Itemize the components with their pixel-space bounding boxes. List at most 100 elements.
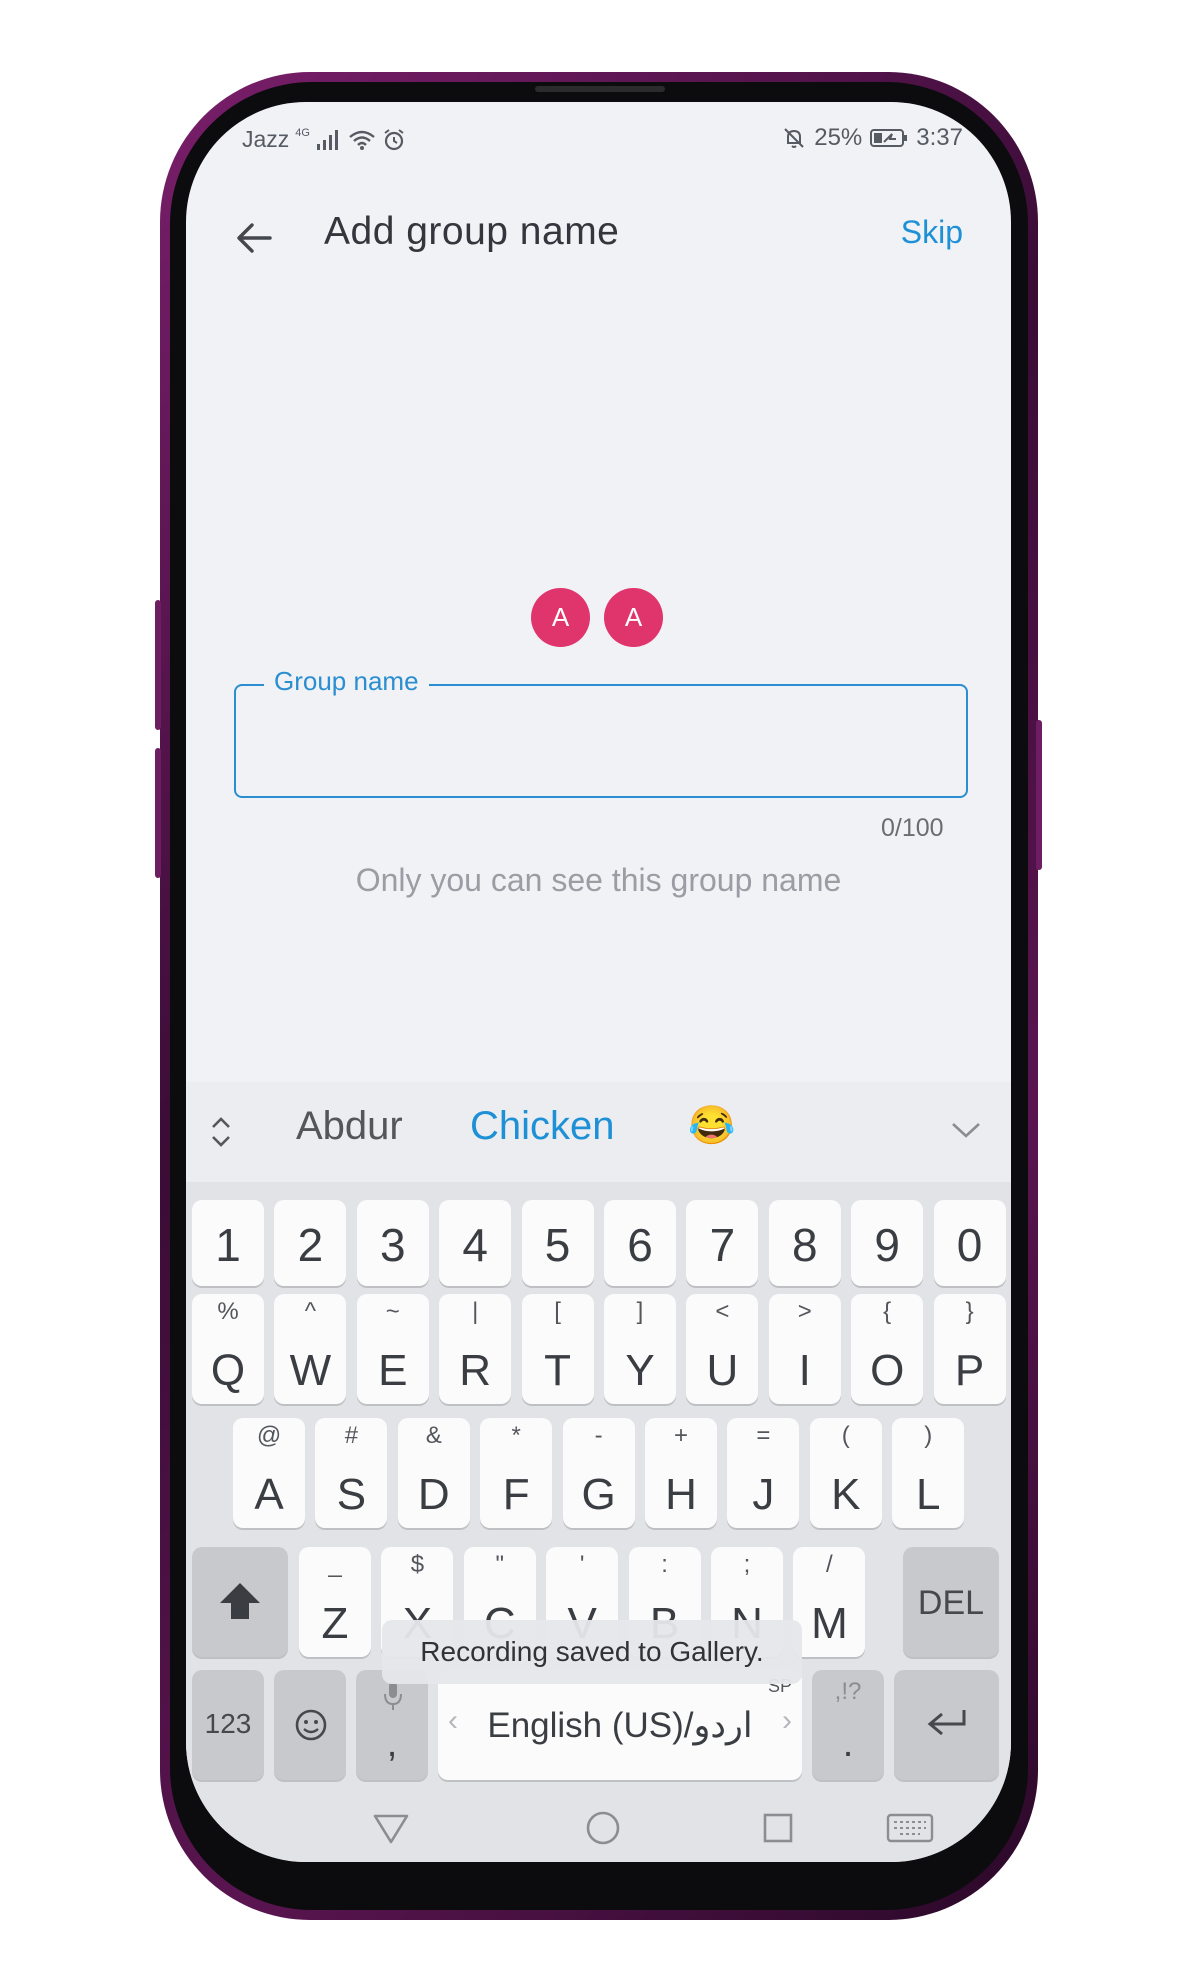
carrier-label: Jazz [242,126,290,152]
space-bar[interactable]: SP ‹ English (US)/اردو › [438,1670,802,1780]
microphone-icon [384,1682,402,1710]
key-9[interactable]: 9 [851,1200,924,1286]
key-label: 9 [874,1219,900,1271]
key-label: T [544,1346,572,1395]
key-f[interactable]: * F [480,1418,553,1528]
group-name-label: Group name [264,666,429,697]
key-label: 5 [544,1219,571,1271]
recents-nav-icon[interactable] [762,1812,794,1844]
key-label: A [254,1470,284,1519]
home-nav-icon[interactable] [585,1810,621,1846]
avatar: A [531,588,590,647]
key-e[interactable]: ~ E [356,1294,429,1404]
emoji-key[interactable] [274,1670,346,1780]
key-3[interactable]: 3 [356,1200,429,1286]
toast-message: Recording saved to Gallery. [382,1620,802,1684]
key-g[interactable]: -G [562,1418,635,1528]
key-w[interactable]: ^ W [274,1294,347,1404]
arrow-back-icon [237,223,272,253]
key-d[interactable]: & D [397,1418,470,1528]
key-8[interactable]: 8 [768,1200,841,1286]
key-alt-symbol: > [797,1298,812,1325]
period-key[interactable]: ,!? . [812,1670,884,1780]
key-q[interactable]: % Q [192,1294,264,1404]
key-z[interactable]: _ Z [299,1547,371,1657]
key-h[interactable]: + H [645,1418,717,1528]
key-o[interactable]: {O [851,1294,924,1404]
key-i[interactable]: > I [768,1294,841,1404]
key-0[interactable]: 0 [933,1200,1006,1286]
key-label: H [665,1470,697,1519]
key-label: D [417,1470,450,1519]
key-label: I [798,1346,811,1395]
key-alt-symbol: * [511,1422,521,1449]
back-nav-icon[interactable] [372,1812,410,1844]
collapse-chevron-icon[interactable] [950,1120,982,1140]
key-label: S [336,1470,367,1519]
key-2[interactable]: 2 [274,1200,347,1286]
key-alt-symbol: # [344,1422,359,1449]
key-1[interactable]: 1 [192,1200,264,1286]
key-5[interactable]: 5 [521,1200,594,1286]
status-bar: Jazz 4G 25% 3:37 [186,102,1011,182]
delete-key[interactable]: DEL [903,1547,999,1657]
key-k[interactable]: (K [809,1418,882,1528]
shift-key[interactable] [192,1547,288,1657]
key-label: Z [321,1599,349,1648]
key-alt-symbol: & [425,1422,442,1449]
wifi-icon [349,130,375,150]
key-u[interactable]: < U [686,1294,759,1404]
battery-percent: 25% [814,124,863,151]
cursor-control-icon[interactable] [208,1114,234,1150]
suggestion-item-selected[interactable]: Chicken [470,1104,615,1149]
phone-screen: Jazz 4G 25% 3:37 Add group name Skip A A… [186,102,1011,1862]
key-m[interactable]: / M [793,1547,866,1657]
key-s[interactable]: # S [315,1418,388,1528]
key-6[interactable]: 6 [604,1200,676,1286]
suggestion-item[interactable]: Abdur [296,1104,403,1149]
key-7[interactable]: 7 [686,1200,759,1286]
key-j[interactable]: = J [727,1418,800,1528]
key-alt-symbol: ) [924,1422,933,1449]
battery-icon [870,129,908,147]
key-a[interactable]: @ A [233,1418,305,1528]
key-alt-symbol: " [495,1551,505,1578]
key-alt-symbol: ~ [385,1298,400,1325]
key-label: 2 [297,1219,324,1271]
key-label: 0 [956,1219,983,1271]
key-t[interactable]: [T [521,1294,594,1404]
key-alt-symbol: } [965,1298,974,1325]
key-alt-symbol: ] [636,1298,644,1325]
character-counter: 0/100 [881,814,944,842]
key-label: G [581,1470,616,1519]
enter-key[interactable] [894,1670,999,1780]
app-bar: Add group name Skip [186,200,1011,280]
key-alt-symbol: / [826,1551,833,1578]
key-label: 6 [627,1219,653,1271]
avatar: A [604,588,663,647]
emoji-suggestion[interactable]: 😂 [688,1104,735,1148]
key-alt-symbol: ( [841,1422,850,1449]
key-label: K [831,1470,861,1519]
key-label: J [752,1470,775,1519]
key-label: O [870,1346,905,1395]
key-p[interactable]: } P [933,1294,1006,1404]
comma-voice-key[interactable]: , [356,1670,428,1780]
signal-icon [316,129,338,150]
key-4[interactable]: 4 [439,1200,512,1286]
back-button[interactable] [230,214,278,262]
key-r[interactable]: | R [439,1294,512,1404]
keyboard-switch-icon[interactable] [886,1812,934,1844]
enter-arrow-icon [927,1710,966,1736]
skip-button[interactable]: Skip [901,214,963,251]
key-y[interactable]: ] Y [604,1294,676,1404]
volume-button-lower [155,748,161,878]
key-label: 3 [380,1219,406,1271]
language-label: English (US)/اردو [487,1706,753,1745]
numbers-mode-key[interactable]: 123 [192,1670,264,1780]
key-alt-symbol: { [883,1298,892,1325]
group-name-input[interactable]: Group name [234,666,968,798]
key-alt-symbol: % [217,1298,239,1325]
key-l[interactable]: ) L [892,1418,965,1528]
key-label: L [915,1470,941,1519]
